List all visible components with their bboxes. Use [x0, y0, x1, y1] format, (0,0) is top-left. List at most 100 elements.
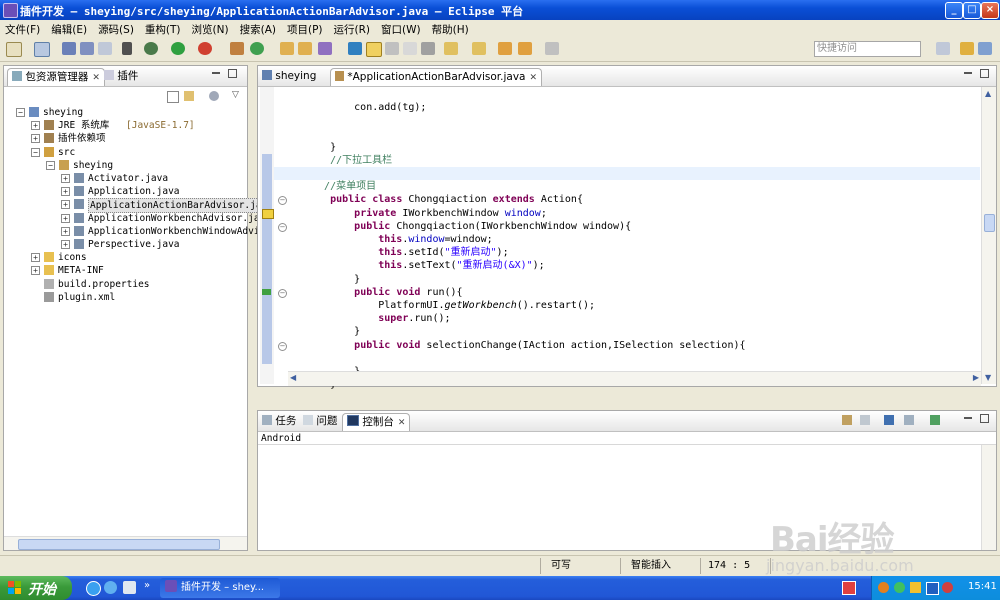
menu-edit[interactable]: 编辑(E) — [46, 20, 93, 37]
mark-occurrences-icon[interactable] — [366, 42, 382, 57]
tree-item[interactable]: + Activator.java — [4, 172, 247, 185]
tool-icon[interactable] — [122, 42, 132, 55]
tree-item[interactable]: + ApplicationWorkbenchAdvisor.java — [4, 212, 271, 225]
fold-toggle-icon[interactable]: − — [278, 341, 287, 351]
code-line[interactable]: //菜单项目 — [306, 180, 376, 193]
tree-item[interactable]: + Perspective.java — [4, 238, 247, 251]
code-line[interactable]: } — [306, 141, 336, 154]
expand-icon[interactable]: + — [61, 226, 70, 236]
title-bar[interactable]: 插件开发 – sheying/src/sheying/ApplicationAc… — [0, 0, 1000, 20]
pin-console-icon[interactable] — [884, 415, 894, 425]
warning-lightbulb-icon[interactable] — [262, 209, 274, 219]
tab-sheying-editor[interactable]: sheying — [262, 68, 316, 85]
scroll-up-icon[interactable]: ▲ — [985, 89, 991, 98]
debug-icon[interactable] — [144, 42, 158, 55]
toggle-block-icon[interactable] — [385, 42, 399, 55]
fold-toggle-icon[interactable]: − — [278, 222, 287, 232]
minimize-button[interactable]: _ — [945, 2, 963, 19]
tree-item[interactable]: − sheying — [4, 159, 247, 172]
ie-icon[interactable] — [86, 581, 101, 596]
tray-app-icon[interactable] — [878, 582, 889, 593]
new-class-icon[interactable] — [250, 42, 264, 55]
close-button[interactable]: × — [981, 2, 999, 19]
code-line[interactable]: con.add(tg); — [306, 101, 426, 114]
browser-icon[interactable] — [104, 581, 117, 594]
collapse-icon[interactable]: − — [46, 160, 55, 170]
prev-edit-icon[interactable] — [472, 42, 486, 55]
clear-console-icon[interactable] — [842, 415, 852, 425]
expand-icon[interactable]: + — [61, 200, 70, 210]
editor-horizontal-scrollbar[interactable]: ◀ ▶ — [288, 371, 981, 386]
save-all-icon[interactable] — [80, 42, 94, 55]
maximize-console-icon[interactable] — [980, 414, 989, 423]
code-line[interactable]: //下拉工具栏 — [306, 154, 392, 167]
clock[interactable]: 15:41 — [968, 581, 997, 592]
tree-item[interactable]: + ApplicationWorkbenchWindowAdvisor — [4, 225, 277, 238]
scroll-thumb[interactable] — [18, 539, 220, 550]
menu-search[interactable]: 搜索(A) — [235, 20, 282, 37]
quick-access-input[interactable]: 快捷访问 — [814, 41, 921, 57]
collapse-icon[interactable]: − — [31, 147, 40, 157]
tree-item[interactable]: + JRE 系统库 [JavaSE-1.7] — [4, 119, 247, 132]
expand-icon[interactable]: + — [61, 213, 70, 223]
open-perspective-icon[interactable] — [936, 42, 950, 55]
expand-icon[interactable]: + — [61, 240, 70, 249]
maximize-editor-icon[interactable] — [980, 69, 989, 78]
build-icon[interactable] — [230, 42, 244, 55]
tab-console[interactable]: 控制台 ✕ — [342, 413, 411, 431]
show-whitespace-icon[interactable] — [403, 42, 417, 55]
java-perspective-icon[interactable] — [960, 42, 974, 55]
open-console-icon[interactable] — [930, 415, 940, 425]
desktop-icon[interactable] — [123, 581, 136, 594]
view-menu-chevron-icon[interactable]: ▽ — [232, 90, 239, 100]
external-tools-icon[interactable] — [198, 42, 212, 55]
expand-icon[interactable]: + — [31, 266, 40, 276]
collapse-all-icon[interactable] — [167, 91, 179, 103]
editor-vertical-scrollbar[interactable]: ▲ ▼ — [981, 87, 996, 384]
run-icon[interactable] — [171, 42, 185, 55]
menu-help[interactable]: 帮助(H) — [427, 20, 475, 37]
close-tab-icon[interactable]: ✕ — [529, 73, 537, 83]
tree-item[interactable]: + Application.java — [4, 185, 247, 198]
pilcrow-icon[interactable] — [421, 42, 435, 55]
forward-icon[interactable] — [545, 42, 559, 55]
tree-item[interactable]: + 插件依赖项 — [4, 132, 247, 145]
security-icon[interactable] — [926, 582, 939, 595]
console-scrollbar[interactable] — [981, 445, 996, 550]
override-marker-icon[interactable] — [262, 289, 271, 295]
close-tab-icon[interactable]: ✕ — [398, 418, 406, 428]
fold-toggle-icon[interactable]: − — [278, 196, 287, 206]
display-console-icon[interactable] — [904, 415, 914, 425]
tree-item[interactable]: + META-INF — [4, 264, 247, 277]
network-icon[interactable] — [894, 582, 905, 593]
code-line[interactable]: public void selectionChange(IAction acti… — [306, 339, 745, 352]
tab-problems[interactable]: 问题 — [303, 413, 337, 430]
start-button[interactable]: 开始 — [0, 576, 72, 600]
code-line[interactable]: private IWorkbenchWindow window; — [306, 207, 547, 220]
scroll-lock-icon[interactable] — [860, 415, 870, 425]
back-icon[interactable] — [498, 42, 512, 55]
link-editor-icon[interactable] — [184, 91, 194, 101]
expand-icon[interactable]: + — [61, 174, 70, 183]
quick-launch-more-icon[interactable]: » — [144, 580, 150, 591]
code-line[interactable]: public Chongqiaction(IWorkbenchWindow wi… — [306, 220, 631, 233]
tree-item[interactable]: − sheying — [4, 106, 247, 119]
minimize-editor-icon[interactable] — [964, 72, 972, 74]
expand-icon[interactable]: + — [61, 187, 70, 197]
expand-icon[interactable]: + — [31, 134, 40, 144]
menu-file[interactable]: 文件(F) — [0, 20, 46, 37]
new-icon[interactable] — [6, 42, 22, 57]
tree-item[interactable]: + ApplicationActionBarAdvisor.java — [4, 198, 276, 214]
code-line[interactable]: super.run(); — [306, 312, 450, 325]
code-line[interactable]: public class Chongqiaction extends Actio… — [306, 193, 583, 206]
code-line[interactable]: this.window=window; — [306, 233, 492, 246]
code-line[interactable]: } — [306, 273, 360, 286]
search-icon[interactable] — [318, 42, 332, 55]
scroll-down-icon[interactable]: ▼ — [985, 373, 991, 382]
menu-navigate[interactable]: 浏览(N) — [187, 20, 235, 37]
sogou-input-icon[interactable] — [842, 581, 856, 595]
minimize-view-icon[interactable] — [212, 72, 220, 74]
menu-source[interactable]: 源码(S) — [93, 20, 140, 37]
print-icon[interactable] — [98, 42, 112, 55]
fold-toggle-icon[interactable]: − — [278, 288, 287, 298]
